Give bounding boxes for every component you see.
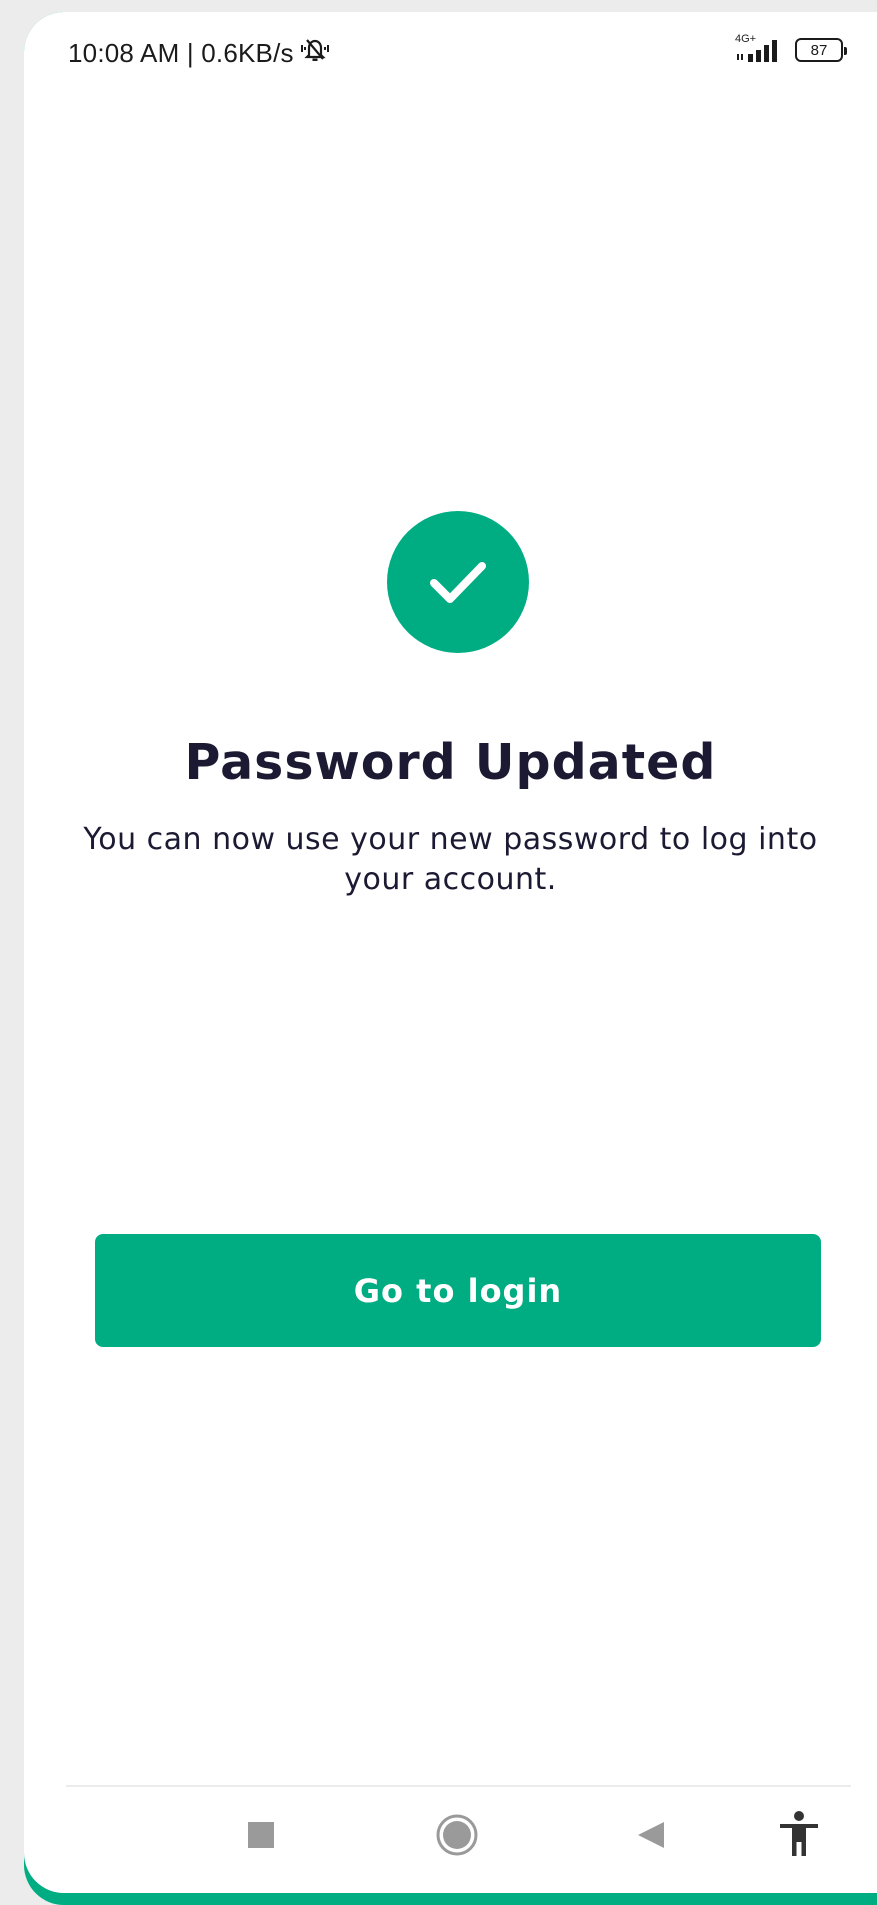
phone-screen: 10:08 AM | 0.6KB/s 4G+ 87 Password Updat… xyxy=(24,12,877,1893)
system-nav-bar xyxy=(24,1788,877,1888)
checkmark-icon xyxy=(430,562,486,603)
check-circle-icon xyxy=(387,511,529,653)
muted-bell-icon xyxy=(294,36,332,71)
signal-icon: 4G+ xyxy=(735,34,787,66)
nav-divider xyxy=(66,1785,851,1787)
battery-level: 87 xyxy=(810,41,828,59)
status-bar: 10:08 AM | 0.6KB/s 4G+ 87 xyxy=(24,12,877,92)
battery-icon: 87 xyxy=(795,38,847,62)
go-to-login-button[interactable]: Go to login xyxy=(95,1234,821,1347)
go-to-login-label: Go to login xyxy=(353,1271,563,1310)
page-title: Password Updated xyxy=(184,734,717,791)
status-time-speed: 10:08 AM | 0.6KB/s xyxy=(68,36,332,71)
home-circle-icon[interactable] xyxy=(422,1800,492,1870)
success-message: You can now use your new password to log… xyxy=(83,822,818,897)
back-triangle-icon[interactable] xyxy=(616,1800,686,1870)
recents-square-icon[interactable] xyxy=(226,1800,296,1870)
accessibility-icon[interactable] xyxy=(764,1800,834,1870)
status-right: 4G+ 87 xyxy=(735,34,847,66)
status-time-text: 10:08 AM | 0.6KB/s xyxy=(68,38,294,68)
